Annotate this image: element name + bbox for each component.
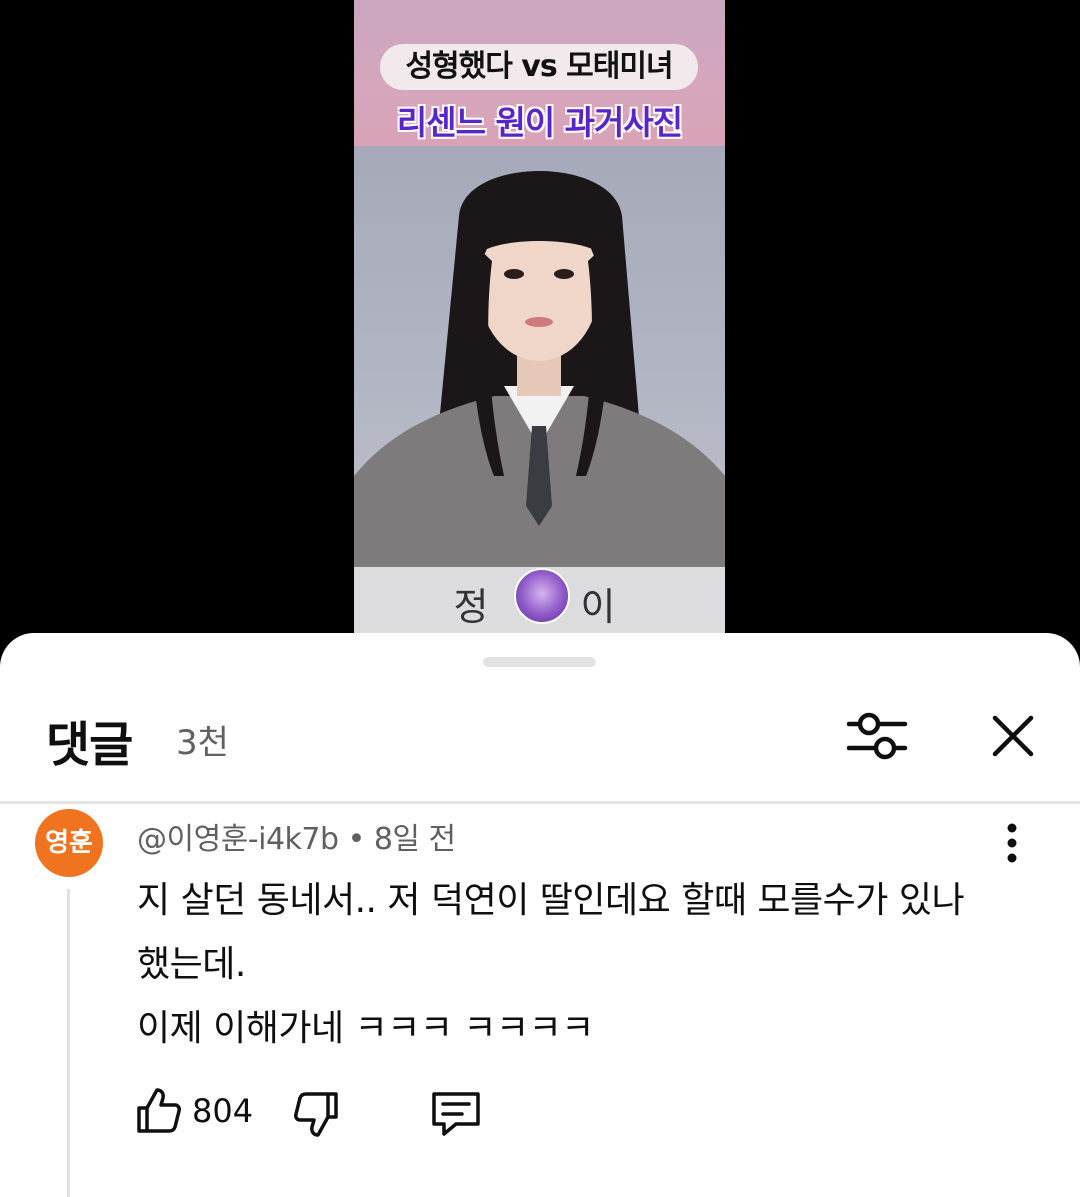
reply-button[interactable] — [430, 1088, 482, 1138]
thread-line — [67, 889, 70, 1197]
thumbnail-subtitle: 리센느 원이 과거사진 — [396, 103, 683, 142]
video-thumbnail: 성형했다 vs 모태미녀 리센느 원이 과거사진 정 이 — [354, 0, 725, 633]
thumbs-down-icon — [294, 1092, 338, 1137]
comments-count: 3천 — [176, 723, 229, 763]
portrait-photo — [354, 146, 725, 567]
close-button[interactable] — [986, 709, 1040, 763]
divider — [0, 801, 1080, 804]
comment-icon — [432, 1092, 480, 1136]
thumbs-up-icon — [137, 1088, 181, 1133]
comment-text: 지 살던 동네서.. 저 덕연이 딸인데요 할때 모를수가 있나 했는데. 이제… — [137, 869, 1017, 1061]
close-icon — [992, 715, 1034, 757]
like-count: 804 — [192, 1092, 254, 1130]
video-player[interactable]: 성형했다 vs 모태미녀 리센느 원이 과거사진 정 이 — [0, 0, 1080, 650]
sliders-icon — [846, 712, 908, 760]
comment-author-meta[interactable]: @이영훈-i4k7b • 8일 전 — [137, 814, 456, 858]
dislike-button[interactable] — [292, 1090, 340, 1140]
more-options-button[interactable] — [996, 821, 1028, 865]
drag-handle[interactable] — [483, 657, 596, 667]
sort-filter-button[interactable] — [846, 707, 908, 765]
comments-sheet: 댓글 3천 영훈 @이영훈-i4k7b • 8일 전 지 살던 동네서.. 저 … — [0, 633, 1080, 1197]
comment-line: 했는데. — [137, 944, 246, 985]
avatar[interactable]: 영훈 — [35, 809, 103, 877]
comments-title: 댓글 — [46, 717, 133, 773]
comment-line: 이제 이해가네 ㅋㅋㅋ ㅋㅋㅋㅋ — [137, 1008, 594, 1049]
like-button[interactable] — [136, 1086, 182, 1134]
comment-line: 지 살던 동네서.. 저 덕연이 딸인데요 할때 모를수가 있나 — [137, 880, 965, 921]
more-vertical-icon — [1007, 823, 1017, 863]
channel-sticker-icon — [514, 568, 570, 624]
thumbnail-header: 성형했다 vs 모태미녀 리센느 원이 과거사진 — [354, 0, 725, 146]
thumbnail-title: 성형했다 vs 모태미녀 — [380, 44, 698, 90]
